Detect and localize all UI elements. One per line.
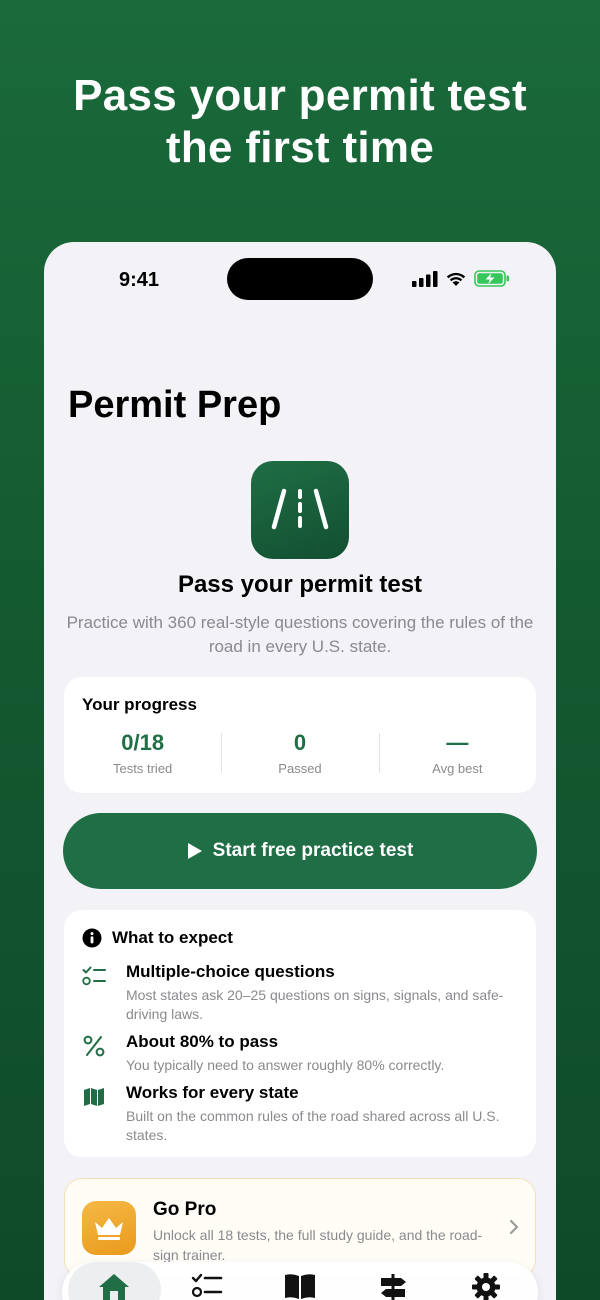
checklist-icon — [82, 964, 106, 988]
map-icon — [82, 1085, 106, 1109]
promo-headline-line2: the first time — [165, 123, 435, 172]
expect-item-desc: Most states ask 20–25 questions on signs… — [126, 987, 504, 1022]
app-logo — [251, 461, 349, 559]
promo-headline: Pass your permit test the first time — [0, 70, 600, 174]
start-practice-test-label: Start free practice test — [212, 840, 414, 861]
expect-item-title: About 80% to pass — [126, 1032, 279, 1051]
expect-item-desc: Built on the common rules of the road sh… — [126, 1108, 500, 1143]
tab-home[interactable] — [68, 1262, 161, 1300]
percent-icon — [82, 1034, 106, 1058]
progress-stats: 0/18 Tests tried 0 Passed — Avg best — [64, 729, 536, 779]
app-title: Permit Prep — [68, 384, 282, 426]
status-time: 9:41 — [119, 269, 160, 291]
home-icon — [99, 1274, 130, 1300]
stat-value: 0 — [293, 730, 307, 755]
wifi-icon — [446, 272, 466, 286]
tab-road-signs[interactable] — [346, 1262, 439, 1300]
stat-label: Avg best — [432, 761, 483, 776]
dynamic-island — [227, 258, 373, 300]
stat-label: Passed — [278, 761, 322, 776]
expect-item-desc: You typically need to answer roughly 80%… — [126, 1057, 445, 1073]
chevron-right-icon — [509, 1219, 519, 1240]
stat-value: 0/18 — [121, 730, 165, 755]
stat-avg-best: — Avg best — [378, 729, 536, 779]
info-icon — [82, 928, 102, 948]
go-pro-desc: Unlock all 18 tests, the full study guid… — [153, 1227, 483, 1263]
what-to-expect-title: What to expect — [112, 928, 233, 947]
tab-bar — [62, 1262, 538, 1300]
go-pro-title: Go Pro — [153, 1199, 217, 1220]
tab-tests[interactable] — [161, 1262, 254, 1300]
tab-study-guide[interactable] — [254, 1262, 347, 1300]
road-icon — [271, 488, 329, 530]
hero-subtitle: Practice with 360 real-style questions c… — [66, 613, 534, 656]
crown-icon — [82, 1201, 136, 1255]
play-icon — [187, 843, 202, 859]
list-icon — [191, 1273, 223, 1298]
stat-value: — — [446, 730, 469, 755]
phone-screen: 9:41 Permit Prep Pass your permit test P… — [44, 242, 556, 1300]
expect-item-title: Works for every state — [126, 1083, 299, 1102]
stat-passed: 0 Passed — [221, 729, 378, 779]
what-to-expect-card: What to expect Multiple-choice questions… — [64, 910, 536, 1157]
what-to-expect-header: What to expect — [82, 928, 233, 948]
progress-title: Your progress — [82, 695, 197, 714]
stat-tests-tried: 0/18 Tests tried — [64, 729, 221, 779]
cellular-signal-icon — [412, 270, 438, 287]
promo-headline-line1: Pass your permit test — [73, 71, 527, 120]
start-practice-test-button[interactable]: Start free practice test — [63, 813, 537, 889]
progress-card: Your progress 0/18 Tests tried 0 Passed … — [64, 677, 536, 793]
gear-icon — [471, 1273, 500, 1300]
signpost-icon — [380, 1274, 406, 1300]
battery-charging-icon — [474, 270, 509, 287]
hero-title: Pass your permit test — [177, 571, 423, 598]
stat-label: Tests tried — [113, 761, 173, 776]
tab-settings[interactable] — [439, 1262, 532, 1300]
expect-item-title: Multiple-choice questions — [126, 962, 335, 981]
status-icons — [412, 270, 510, 287]
book-icon — [284, 1274, 315, 1299]
